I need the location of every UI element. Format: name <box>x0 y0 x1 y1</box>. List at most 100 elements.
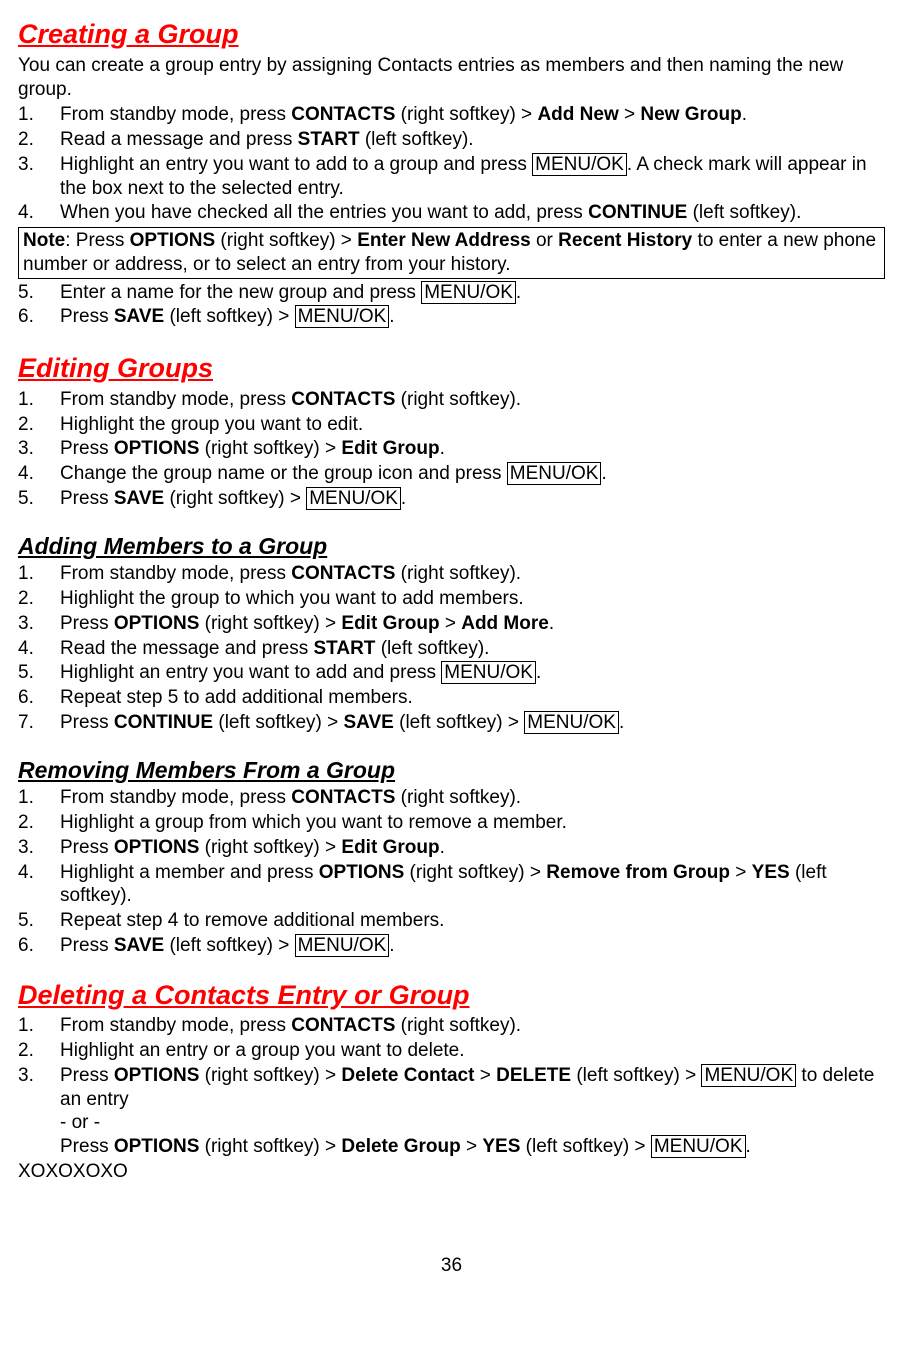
step-text: Read the message and press START (left s… <box>60 637 885 661</box>
list-item: 3.Press OPTIONS (right softkey) > Edit G… <box>18 836 885 860</box>
step-number: 4. <box>18 462 60 486</box>
step-number: 5. <box>18 909 60 933</box>
step-number: 1. <box>18 786 60 810</box>
list-item: 2.Highlight the group to which you want … <box>18 587 885 611</box>
page-number: 36 <box>18 1254 885 1278</box>
list-item: 5.Highlight an entry you want to add and… <box>18 661 885 685</box>
list-item: 4.Change the group name or the group ico… <box>18 462 885 486</box>
step-text: Press OPTIONS (right softkey) > Delete C… <box>60 1064 885 1159</box>
step-text: Press SAVE (left softkey) > MENU/OK. <box>60 934 885 958</box>
list-item: 6.Press SAVE (left softkey) > MENU/OK. <box>18 305 885 329</box>
step-text: Highlight the group to which you want to… <box>60 587 885 611</box>
step-text: Press SAVE (right softkey) > MENU/OK. <box>60 487 885 511</box>
step-text: Repeat step 4 to remove additional membe… <box>60 909 885 933</box>
step-number: 7. <box>18 711 60 735</box>
step-number: 2. <box>18 128 60 152</box>
list-item: 4.Highlight a member and press OPTIONS (… <box>18 861 885 909</box>
steps-adding-members: 1.From standby mode, press CONTACTS (rig… <box>18 562 885 734</box>
step-number: 5. <box>18 281 60 305</box>
step-text: Press OPTIONS (right softkey) > Edit Gro… <box>60 836 885 860</box>
step-text: Repeat step 5 to add additional members. <box>60 686 885 710</box>
key-label: MENU/OK <box>306 487 401 510</box>
list-item: 6.Repeat step 5 to add additional member… <box>18 686 885 710</box>
list-item: 3.Press OPTIONS (right softkey) > Edit G… <box>18 437 885 461</box>
list-item: 5.Press SAVE (right softkey) > MENU/OK. <box>18 487 885 511</box>
step-text: From standby mode, press CONTACTS (right… <box>60 562 885 586</box>
step-number: 4. <box>18 861 60 909</box>
step-number: 1. <box>18 1014 60 1038</box>
step-text: Highlight an entry or a group you want t… <box>60 1039 885 1063</box>
steps-removing-members: 1.From standby mode, press CONTACTS (rig… <box>18 786 885 957</box>
step-number: 5. <box>18 487 60 511</box>
list-item: 4.When you have checked all the entries … <box>18 201 885 225</box>
step-text: When you have checked all the entries yo… <box>60 201 885 225</box>
list-item: 1.From standby mode, press CONTACTS (rig… <box>18 1014 885 1038</box>
heading-deleting-entry-group: Deleting a Contacts Entry or Group <box>18 979 885 1013</box>
or-separator: - or - <box>60 1112 100 1133</box>
list-item: 1.From standby mode, press CONTACTS (rig… <box>18 388 885 412</box>
step-number: 1. <box>18 562 60 586</box>
step-number: 2. <box>18 587 60 611</box>
step-number: 2. <box>18 1039 60 1063</box>
step-number: 6. <box>18 305 60 329</box>
step-number: 3. <box>18 153 60 201</box>
list-item: 2.Highlight a group from which you want … <box>18 811 885 835</box>
step-text: Highlight an entry you want to add and p… <box>60 661 885 685</box>
step-number: 3. <box>18 836 60 860</box>
key-label: MENU/OK <box>295 305 390 328</box>
step-number: 5. <box>18 661 60 685</box>
steps-creating-group-cont: 5.Enter a name for the new group and pre… <box>18 281 885 330</box>
step-text: From standby mode, press CONTACTS (right… <box>60 786 885 810</box>
list-item: 3.Highlight an entry you want to add to … <box>18 153 885 201</box>
step-text: Highlight the group you want to edit. <box>60 413 885 437</box>
step-number: 3. <box>18 437 60 461</box>
step-number: 4. <box>18 637 60 661</box>
list-item: 3. Press OPTIONS (right softkey) > Delet… <box>18 1064 885 1159</box>
step-number: 3. <box>18 1064 60 1159</box>
key-label: MENU/OK <box>295 934 390 957</box>
step-text: Highlight a group from which you want to… <box>60 811 885 835</box>
step-text: From standby mode, press CONTACTS (right… <box>60 1014 885 1038</box>
step-text: From standby mode, press CONTACTS (right… <box>60 388 885 412</box>
heading-creating-group: Creating a Group <box>18 18 885 52</box>
step-text: Press OPTIONS (right softkey) > Edit Gro… <box>60 612 885 636</box>
list-item: 4.Read the message and press START (left… <box>18 637 885 661</box>
key-label: MENU/OK <box>524 711 619 734</box>
step-number: 6. <box>18 934 60 958</box>
step-number: 2. <box>18 413 60 437</box>
heading-adding-members: Adding Members to a Group <box>18 532 885 561</box>
list-item: 1.From standby mode, press CONTACTS (rig… <box>18 103 885 127</box>
heading-removing-members: Removing Members From a Group <box>18 756 885 785</box>
list-item: 2.Read a message and press START (left s… <box>18 128 885 152</box>
key-label: MENU/OK <box>532 153 627 176</box>
list-item: 5.Repeat step 4 to remove additional mem… <box>18 909 885 933</box>
heading-editing-groups: Editing Groups <box>18 352 885 386</box>
steps-editing-groups: 1.From standby mode, press CONTACTS (rig… <box>18 388 885 511</box>
step-text: Change the group name or the group icon … <box>60 462 885 486</box>
list-item: 5.Enter a name for the new group and pre… <box>18 281 885 305</box>
key-label: MENU/OK <box>507 462 602 485</box>
list-item: 2.Highlight the group you want to edit. <box>18 413 885 437</box>
list-item: 3.Press OPTIONS (right softkey) > Edit G… <box>18 612 885 636</box>
key-label: MENU/OK <box>441 661 536 684</box>
step-text: From standby mode, press CONTACTS (right… <box>60 103 885 127</box>
step-text: Highlight a member and press OPTIONS (ri… <box>60 861 885 909</box>
step-number: 3. <box>18 612 60 636</box>
steps-creating-group: 1.From standby mode, press CONTACTS (rig… <box>18 103 885 225</box>
step-number: 1. <box>18 388 60 412</box>
step-number: 1. <box>18 103 60 127</box>
key-label: MENU/OK <box>701 1064 796 1087</box>
list-item: 1.From standby mode, press CONTACTS (rig… <box>18 786 885 810</box>
step-number: 6. <box>18 686 60 710</box>
list-item: 7.Press CONTINUE (left softkey) > SAVE (… <box>18 711 885 735</box>
step-text: Highlight an entry you want to add to a … <box>60 153 885 201</box>
note-label: Note <box>23 230 65 251</box>
list-item: 6.Press SAVE (left softkey) > MENU/OK. <box>18 934 885 958</box>
key-label: MENU/OK <box>651 1135 746 1158</box>
key-label: MENU/OK <box>421 281 516 304</box>
step-text: Press OPTIONS (right softkey) > Edit Gro… <box>60 437 885 461</box>
list-item: 2.Highlight an entry or a group you want… <box>18 1039 885 1063</box>
intro-text: You can create a group entry by assignin… <box>18 54 885 102</box>
step-text: Read a message and press START (left sof… <box>60 128 885 152</box>
step-text: Press SAVE (left softkey) > MENU/OK. <box>60 305 885 329</box>
